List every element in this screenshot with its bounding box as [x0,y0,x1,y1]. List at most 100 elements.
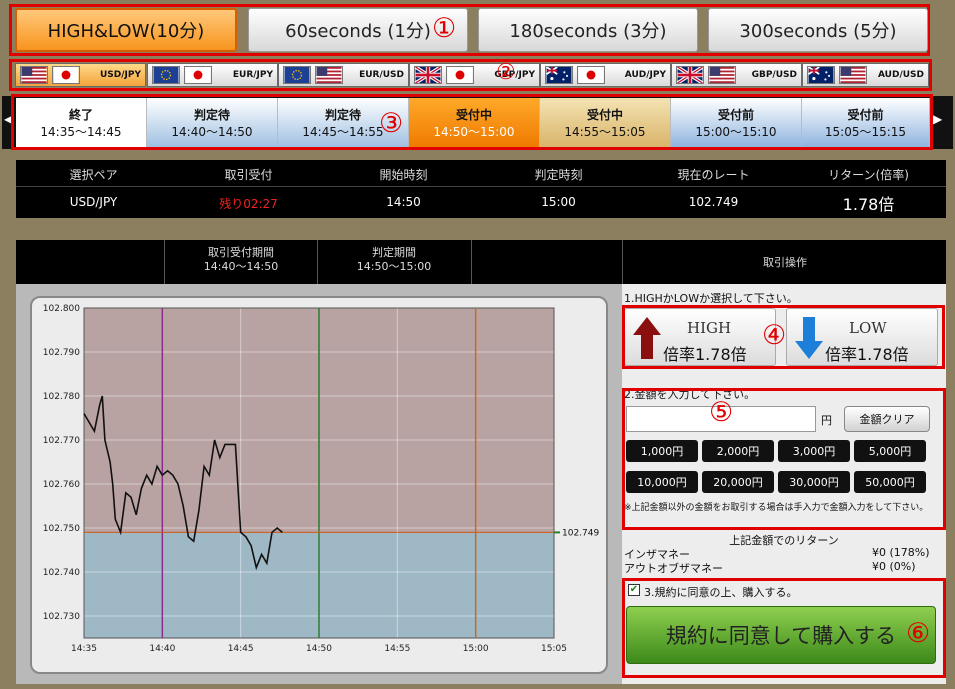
slot-6[interactable]: 受付前 15:00～15:10 [671,98,802,147]
y-tick-label: 102.800 [43,304,80,314]
buy-label: 規約に同意して購入する [665,624,897,648]
value-pair: USD/JPY [69,195,118,209]
amount-3000-button[interactable]: 3,000円 [778,440,850,462]
x-tick-label: 14:55 [384,644,410,654]
us-flag-icon [20,66,48,84]
pair-gbp-jpy[interactable]: GBP/JPY [409,63,540,87]
uk-flag-icon [414,66,442,84]
japan-flag-icon [577,66,605,84]
period1-label: 取引受付期間 [208,246,274,259]
x-tick-label: 14:50 [306,644,332,654]
period2-label: 判定期間 [372,246,416,259]
eu-flag-icon [283,66,311,84]
value-start: 14:50 [386,195,421,209]
amount-10000-button[interactable]: 10,000円 [626,471,698,493]
amount-5000-button[interactable]: 5,000円 [854,440,926,462]
value-return: 1.78倍 [842,195,895,214]
pair-label: AUD/USD [877,70,924,80]
in-money-value: ¥0 (178%) [872,546,930,559]
scroll-left-icon[interactable]: ◀ [4,112,13,126]
low-label: LOW [849,319,887,337]
arrow-up-icon [633,317,661,359]
high-rate: 倍率1.78倍 [663,345,747,364]
step1-text: 1.HIGHかLOWか選択して下さい。 [624,292,798,305]
agree-checkbox[interactable]: ✔ [628,584,640,596]
pair-aud-jpy[interactable]: AUD/JPY [540,63,671,87]
amount-20000-button[interactable]: 20,000円 [702,471,774,493]
tab-300seconds[interactable]: 300seconds (5分) [708,8,928,52]
annotation-1: ① [432,13,457,44]
annotation-6: ⑥ [906,618,931,649]
x-tick-label: 14:40 [149,644,175,654]
out-money-label: アウトオブザマネー [624,562,723,575]
japan-flag-icon [184,66,212,84]
pair-label: EUR/USD [359,70,404,80]
y-tick-label: 102.740 [43,568,80,578]
pair-eur-jpy[interactable]: EUR/JPY [147,63,278,87]
yen-label: 円 [821,414,832,427]
chart-panel: 102.800 102.790 102.780 102.770 102.760 102.7… [16,284,622,684]
price-chart: 102.800 102.790 102.780 102.770 102.760 102.7… [43,304,600,654]
y-tick-label: 102.730 [43,612,80,622]
amount-1000-button[interactable]: 1,000円 [626,440,698,462]
pair-eur-usd[interactable]: EUR/USD [278,63,409,87]
annotation-5: ⑤ [709,397,734,428]
value-rate: 102.749 [688,195,739,209]
amount-50000-button[interactable]: 50,000円 [854,471,926,493]
header-return: リターン(倍率) [828,168,909,182]
header-accept: 取引受付 [224,168,273,182]
slot-7[interactable]: 受付前 15:05～15:15 [802,98,930,147]
chart-header: 取引受付期間 14:40～14:50 判定期間 14:50～15:00 [16,240,622,284]
us-flag-icon [839,66,867,84]
period2-time: 14:50～15:00 [356,260,432,273]
y-tick-label: 102.780 [43,392,80,402]
low-rate: 倍率1.78倍 [825,345,909,364]
annotation-3: ③ [379,108,404,139]
trade-controls: 1.HIGHかLOWか選択して下さい。 HIGH 倍率1.78倍 LOW 倍率1… [622,284,946,684]
tab-180seconds[interactable]: 180seconds (3分) [478,8,698,52]
pair-usd-jpy[interactable]: USD/JPY [15,63,146,87]
step2-text: 2.金額を入力して下さい。 [624,388,756,401]
agree-label: 3.規約に同意の上、購入する。 [644,586,798,599]
clear-amount-button[interactable]: 金額クリア [844,406,930,432]
annotation-2: ② [496,60,516,85]
y-tick-label: 102.790 [43,348,80,358]
header-pair: 選択ペア [69,168,118,182]
slot-1[interactable]: 終了 14:35～14:45 [16,98,147,147]
ops-label: 取引操作 [763,256,807,269]
header-rate: 現在のレート [677,168,750,182]
pair-label: USD/JPY [99,70,141,80]
y-tick-label: 102.760 [43,480,80,490]
australia-flag-icon [807,66,835,84]
high-label: HIGH [687,319,732,337]
us-flag-icon [315,66,343,84]
scroll-right-icon[interactable]: ▶ [933,112,942,126]
period1-time: 14:40～14:50 [203,260,279,273]
slot-4[interactable]: 受付中 14:50～15:00 [409,98,540,147]
value-judge: 15:00 [541,195,576,209]
buy-button[interactable]: 規約に同意して購入する [626,606,936,664]
x-tick-label: 14:45 [228,644,254,654]
amount-30000-button[interactable]: 30,000円 [778,471,850,493]
x-tick-label: 15:00 [463,644,489,654]
x-tick-label: 14:35 [71,644,97,654]
x-tick-label: 15:05 [541,644,567,654]
amount-2000-button[interactable]: 2,000円 [702,440,774,462]
slot-2[interactable]: 判定待 14:40～14:50 [147,98,278,147]
pair-aud-usd[interactable]: AUD/USD [802,63,929,87]
value-remaining: 残り02:27 [219,197,278,211]
uk-flag-icon [676,66,704,84]
tab-high-low[interactable]: HIGH&LOW(10分) [15,8,237,52]
trade-info-bar: 選択ペア 取引受付 開始時刻 判定時刻 現在のレート リターン(倍率) USD/… [16,160,946,218]
australia-flag-icon [545,66,573,84]
pair-label: AUD/JPY [624,70,666,80]
pair-label: GBP/USD [751,70,797,80]
slot-5[interactable]: 受付中 14:55～15:05 [540,98,671,147]
high-button[interactable]: HIGH 倍率1.78倍 [624,308,776,366]
annotation-4: ④ [762,320,787,351]
amount-note: ※上記金額以外の金額をお取引する場合は手入力で金額入力をして下さい。 [624,503,929,513]
eu-flag-icon [152,66,180,84]
chart-frame: 102.800 102.790 102.780 102.770 102.760 102.7… [30,296,608,674]
pair-gbp-usd[interactable]: GBP/USD [671,63,802,87]
low-button[interactable]: LOW 倍率1.78倍 [786,308,938,366]
